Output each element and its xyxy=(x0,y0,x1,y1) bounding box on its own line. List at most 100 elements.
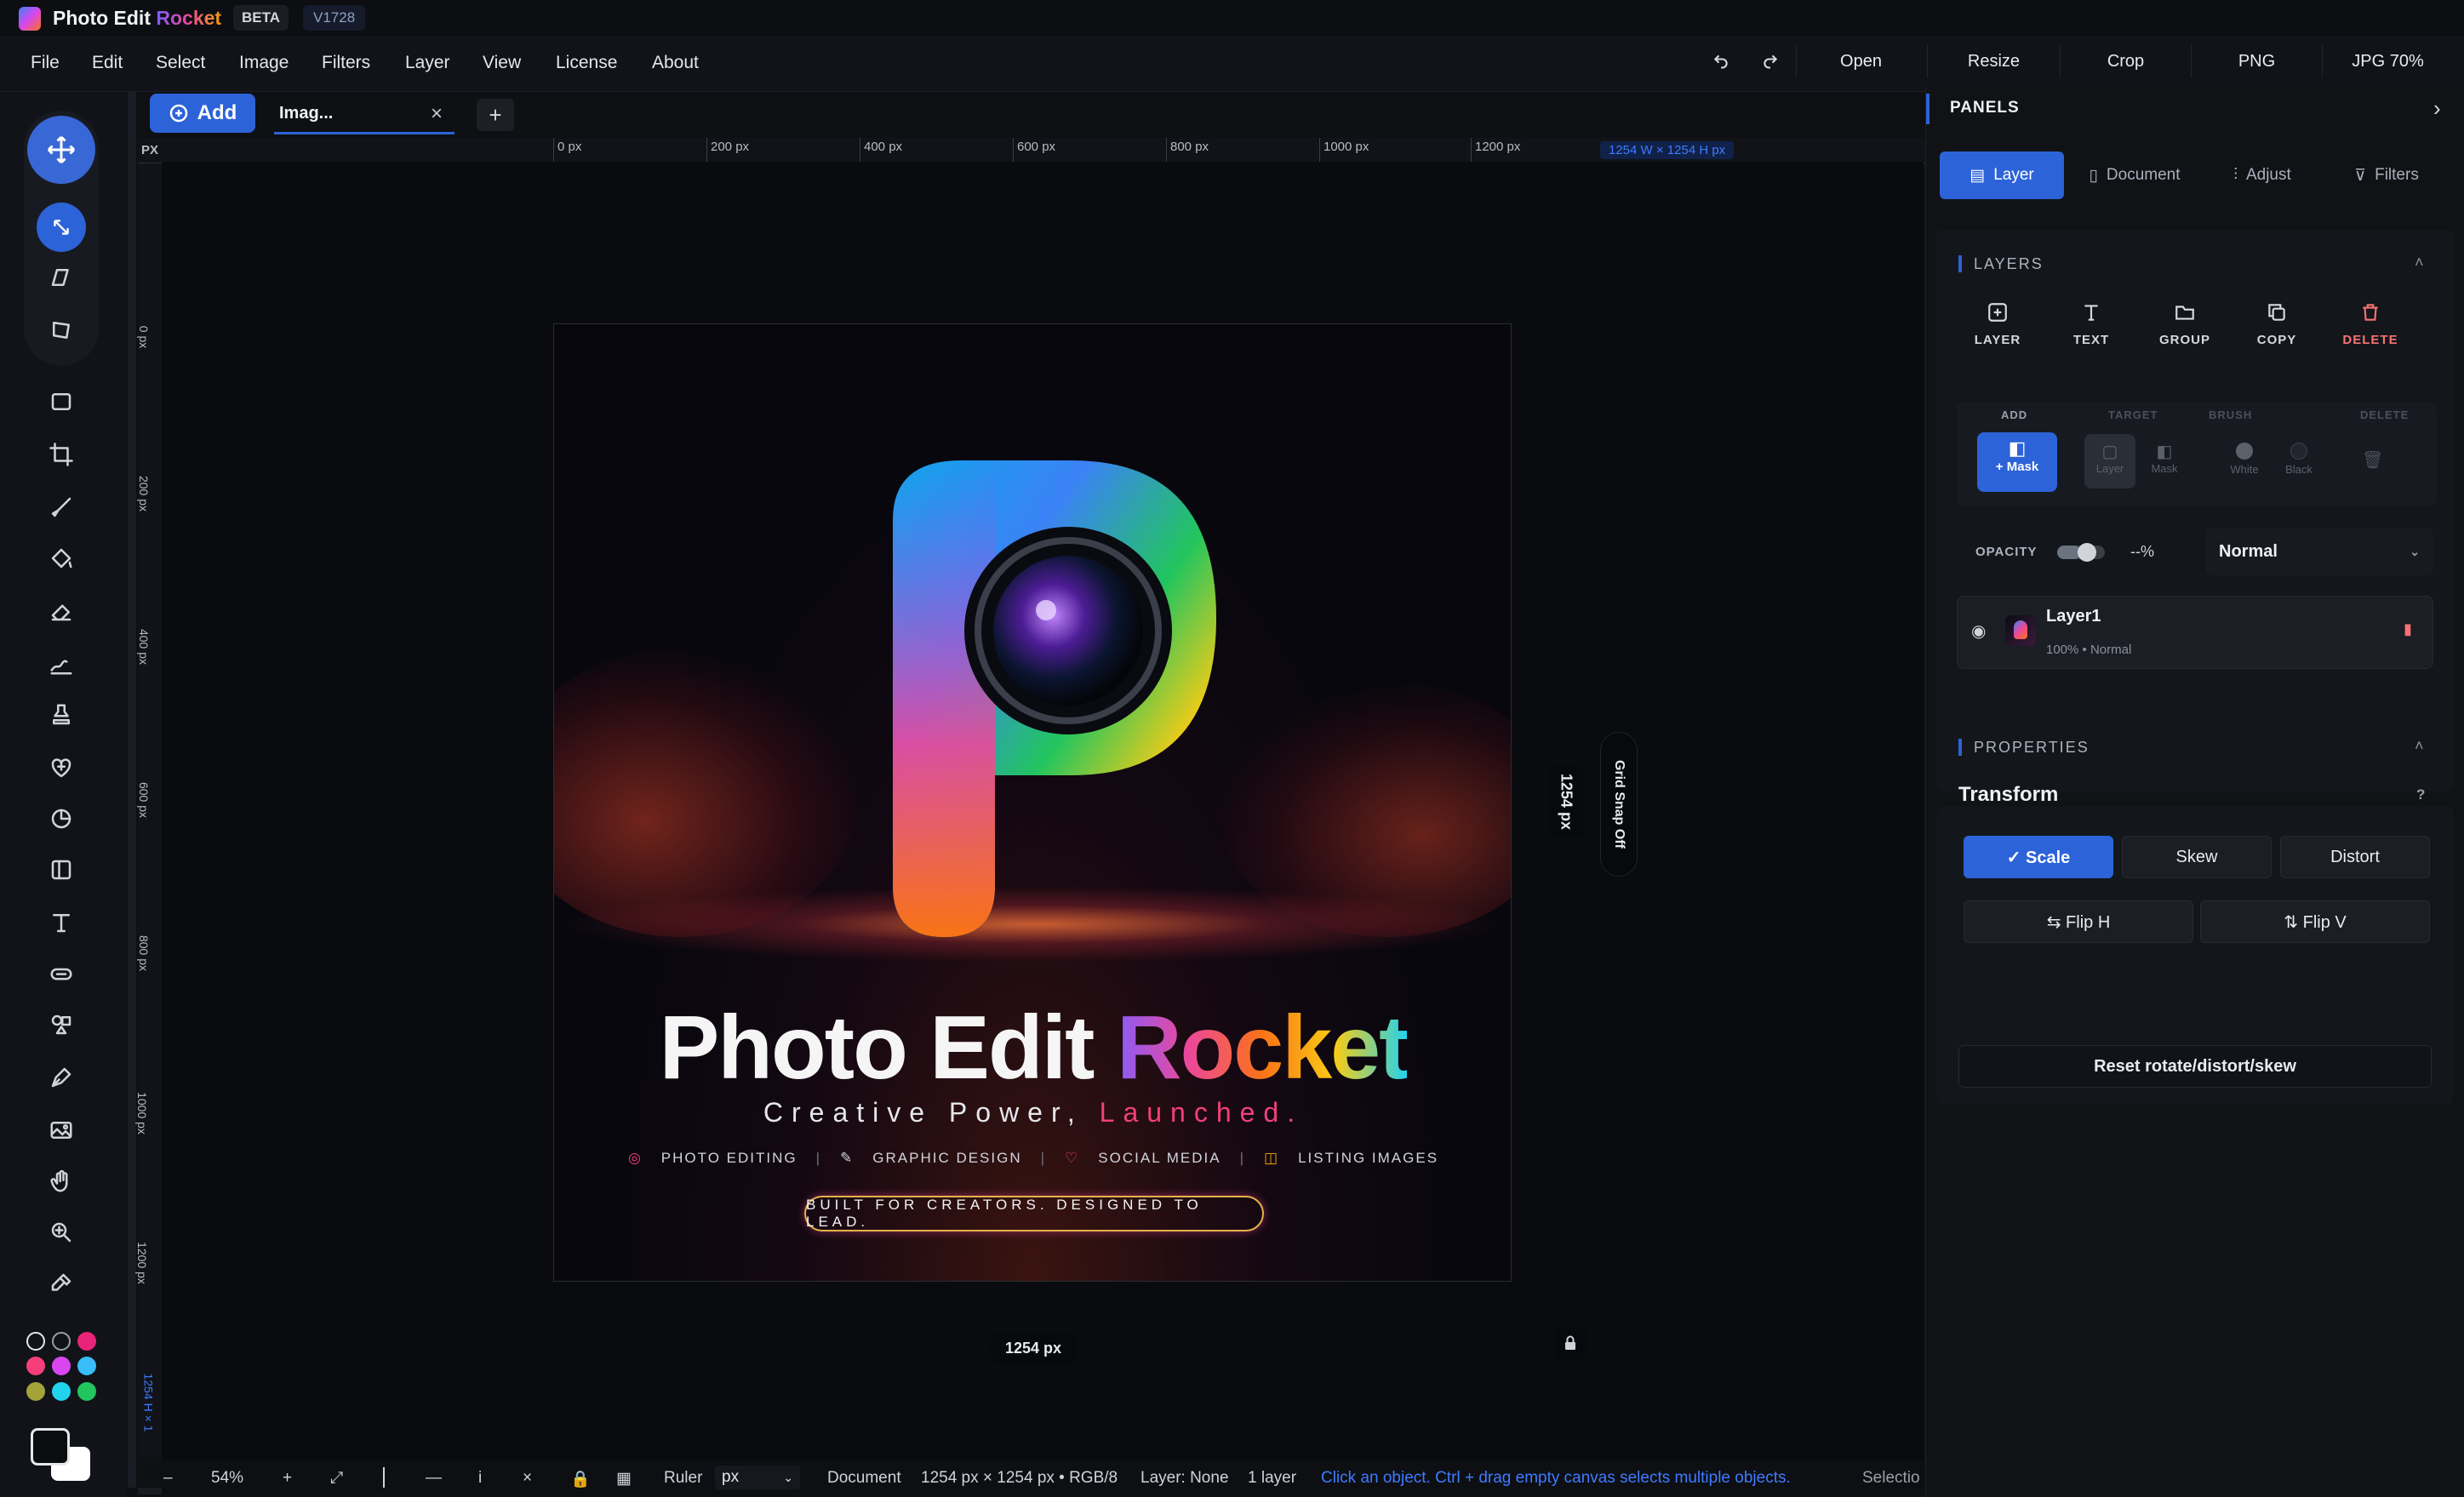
blend-mode-select[interactable]: Normal ⌄ xyxy=(2205,528,2433,575)
menu-about[interactable]: About xyxy=(652,53,699,73)
help-icon[interactable]: ? xyxy=(2416,786,2425,803)
export-jpg-button[interactable]: JPG 70% xyxy=(2322,44,2453,78)
fill-tool[interactable] xyxy=(41,538,82,579)
zoom-out-button[interactable]: – xyxy=(163,1469,173,1488)
resize-button[interactable]: Resize xyxy=(1927,44,2060,78)
image-tool[interactable] xyxy=(41,1110,82,1151)
menu-filters[interactable]: Filters xyxy=(322,53,370,73)
hand-tool[interactable] xyxy=(41,1161,82,1202)
distort-mode-button[interactable]: Distort xyxy=(2280,836,2430,878)
skew-mode-button[interactable]: Skew xyxy=(2122,836,2272,878)
menu-license[interactable]: License xyxy=(556,53,617,73)
marquee-tool[interactable] xyxy=(41,381,82,422)
swatch-1[interactable] xyxy=(26,1332,45,1351)
open-button[interactable]: Open xyxy=(1796,44,1925,78)
tab-layer[interactable]: ▤ Layer xyxy=(1940,151,2064,199)
eye-icon[interactable]: ◉ xyxy=(1971,620,1986,642)
grid-snap-toggle[interactable]: Grid Snap Off xyxy=(1600,732,1638,877)
menu-view[interactable]: View xyxy=(483,53,521,73)
canvas-viewport[interactable]: Photo Edit Rocket Creative Power, Launch… xyxy=(162,162,1924,1472)
swatch-5[interactable] xyxy=(52,1357,71,1375)
delete-layer-button[interactable]: DELETE xyxy=(2326,301,2415,369)
filter-icon: ⊽ xyxy=(2354,166,2367,185)
shapes-tool[interactable] xyxy=(41,1004,82,1045)
properties-collapse-icon[interactable]: ˄ xyxy=(2415,737,2424,755)
distort-tool[interactable] xyxy=(41,310,82,351)
crop-tool[interactable] xyxy=(41,434,82,475)
tab-document[interactable]: ▯ Document xyxy=(2071,151,2198,199)
menu-edit[interactable]: Edit xyxy=(92,53,123,73)
swatch-3[interactable] xyxy=(77,1332,96,1351)
lock-status-icon[interactable]: 🔒 xyxy=(570,1469,591,1489)
new-tab-button[interactable]: + xyxy=(477,99,514,131)
status-dash-button[interactable]: — xyxy=(426,1469,442,1488)
pen-tool[interactable] xyxy=(41,1057,82,1098)
opacity-slider[interactable] xyxy=(2057,543,2105,562)
tab-close-icon[interactable]: × xyxy=(431,102,443,126)
menu-file[interactable]: File xyxy=(31,53,60,73)
tab-filters[interactable]: ⊽ Filters xyxy=(2323,151,2450,199)
clear-button[interactable]: × xyxy=(523,1469,532,1488)
swatch-9[interactable] xyxy=(77,1382,96,1401)
info-button[interactable]: i xyxy=(478,1469,482,1488)
crop-button[interactable]: Crop xyxy=(2060,44,2191,78)
reset-transform-button[interactable]: Reset rotate/distort/skew xyxy=(1958,1045,2432,1088)
dodge-tool[interactable] xyxy=(41,798,82,839)
swatch-6[interactable] xyxy=(77,1357,96,1375)
move-tool[interactable] xyxy=(27,116,95,184)
flip-h-button[interactable]: ⇆ Flip H xyxy=(1964,900,2193,943)
gradient-tool[interactable] xyxy=(41,849,82,890)
bag-icon: ◫ xyxy=(1264,1150,1280,1166)
add-layer-button[interactable]: LAYER xyxy=(1955,301,2040,369)
menu-select[interactable]: Select xyxy=(156,53,205,73)
lock-icon[interactable] xyxy=(1554,1328,1586,1358)
add-group-button[interactable]: GROUP xyxy=(2141,301,2229,369)
foreground-color[interactable] xyxy=(31,1428,70,1466)
pen-icon: ✎ xyxy=(840,1150,855,1166)
add-button[interactable]: Add xyxy=(150,94,255,133)
fit-button[interactable]: ⤢ xyxy=(330,1469,343,1488)
shape-tool[interactable] xyxy=(41,953,82,994)
zoom-tool[interactable] xyxy=(41,1212,82,1253)
tab-document[interactable]: Imag... × xyxy=(274,95,454,134)
text-tool[interactable] xyxy=(41,902,82,943)
redo-button[interactable] xyxy=(1747,44,1794,78)
unit-select[interactable]: px ⌄ xyxy=(715,1466,800,1489)
opacity-slider-knob[interactable] xyxy=(2078,543,2096,562)
scale-tool[interactable] xyxy=(37,203,86,252)
menu-image[interactable]: Image xyxy=(239,53,289,73)
layer-row[interactable]: ◉ Layer1 100% • Normal ▮ xyxy=(1957,596,2433,669)
collapse-panel-icon[interactable]: › xyxy=(2433,95,2441,122)
heal-tool[interactable] xyxy=(41,747,82,788)
smudge-tool[interactable] xyxy=(41,643,82,684)
panel-accent xyxy=(1926,94,1929,124)
swatch-8[interactable] xyxy=(52,1382,71,1401)
tab-adjust[interactable]: ⫶ Adjust xyxy=(2207,151,2318,199)
v-ruler-tick-600: 600 px xyxy=(137,781,151,819)
flip-v-button[interactable]: ⇅ Flip V xyxy=(2200,900,2430,943)
grid-status-icon[interactable]: ▦ xyxy=(616,1469,632,1488)
layer-name: Layer1 xyxy=(2046,607,2101,626)
layers-collapse-icon[interactable]: ˄ xyxy=(2415,254,2424,271)
add-text-button[interactable]: TEXT xyxy=(2049,301,2134,369)
document-canvas[interactable]: Photo Edit Rocket Creative Power, Launch… xyxy=(553,323,1512,1282)
zoom-in-button[interactable]: + xyxy=(283,1469,292,1488)
swatch-2[interactable] xyxy=(52,1332,71,1351)
copy-layer-button[interactable]: COPY xyxy=(2234,301,2319,369)
swatch-4[interactable] xyxy=(26,1357,45,1375)
layers-title: LAYERS xyxy=(1974,255,2044,272)
menu-layer[interactable]: Layer xyxy=(405,53,450,73)
brush-tool[interactable] xyxy=(41,487,82,528)
pen-nib-icon xyxy=(51,1067,71,1088)
layer-delete-icon[interactable]: ▮ xyxy=(2404,620,2412,638)
export-png-button[interactable]: PNG xyxy=(2191,44,2322,78)
skew-tool[interactable] xyxy=(41,257,82,298)
black-dot-icon xyxy=(2290,443,2307,460)
eraser-tool[interactable] xyxy=(41,591,82,631)
stamp-tool[interactable] xyxy=(41,694,82,735)
undo-button[interactable] xyxy=(1697,44,1745,78)
add-mask-button[interactable]: ◧ + Mask xyxy=(1977,432,2057,492)
eyedropper-tool[interactable] xyxy=(41,1263,82,1304)
scale-mode-button[interactable]: ✓ Scale xyxy=(1964,836,2113,878)
swatch-7[interactable] xyxy=(26,1382,45,1401)
